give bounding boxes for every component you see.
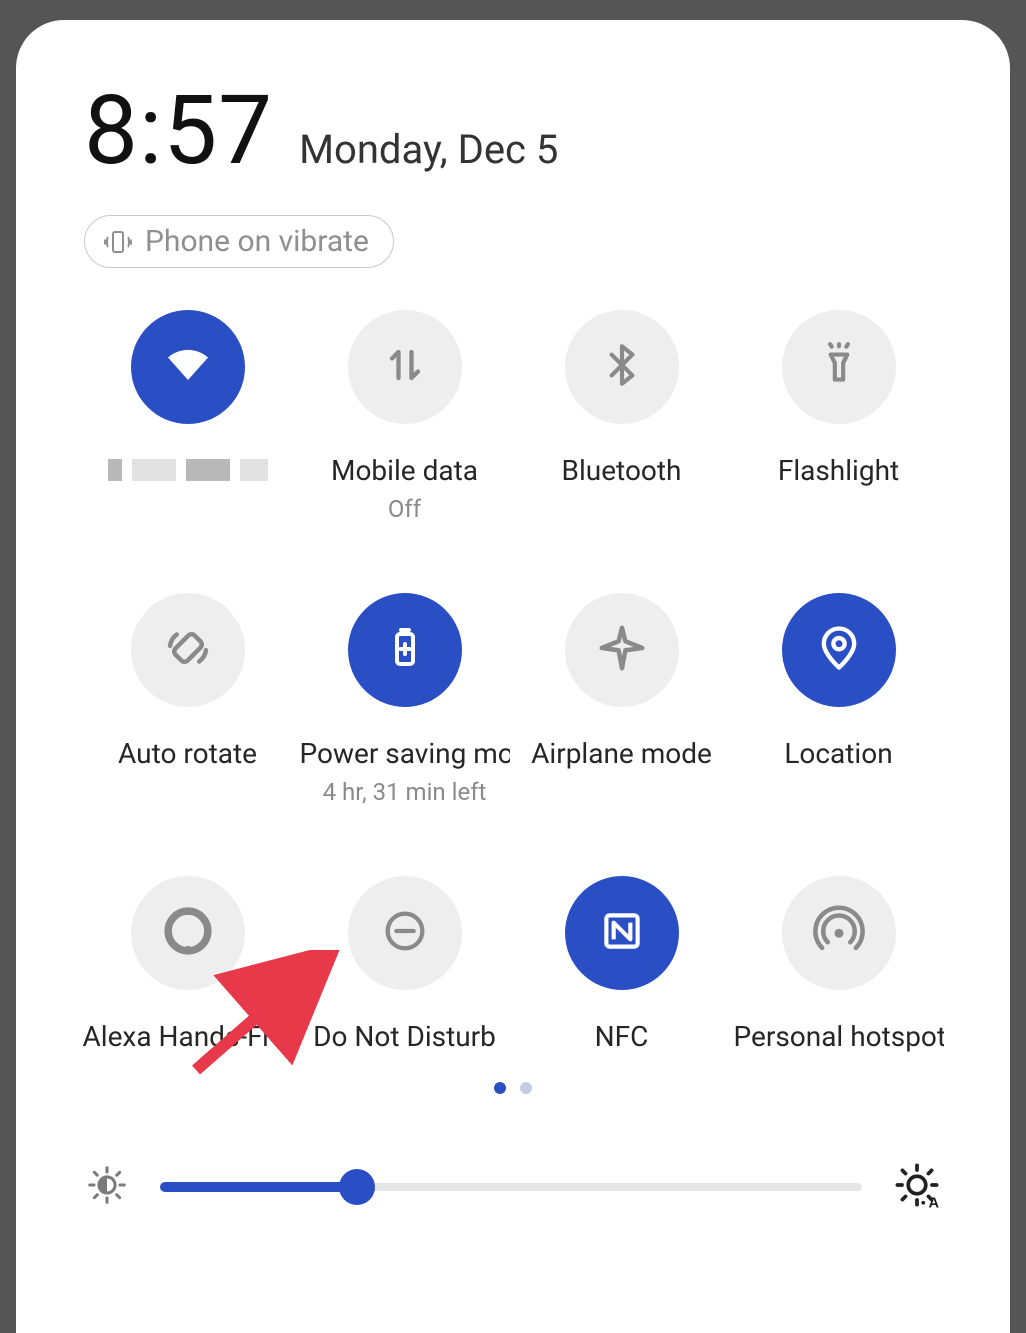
tile-hotspot: Personal hotspot [735,876,942,1053]
bluetooth-icon [597,340,647,394]
clock-time: 8:57 [84,75,273,187]
power-saving-label: Power saving mode [300,737,510,770]
brightness-row: A [84,1160,942,1214]
wifi-toggle[interactable] [131,310,245,424]
dnd-icon [379,905,431,961]
airplane-mode-toggle[interactable] [565,593,679,707]
outer-frame: 8:57 Monday, Dec 5 Phone on vibrate Mobi… [0,0,1026,1333]
slider-fill [160,1182,357,1192]
hotspot-toggle[interactable] [782,876,896,990]
quick-settings-panel: 8:57 Monday, Dec 5 Phone on vibrate Mobi… [16,20,1010,1333]
page-dot[interactable] [494,1082,506,1094]
ringer-status-chip[interactable]: Phone on vibrate [84,215,394,268]
brightness-slider[interactable] [160,1167,862,1207]
auto-brightness-icon[interactable]: A [892,1160,942,1214]
tile-bluetooth: Bluetooth [518,310,725,523]
slider-thumb[interactable] [339,1169,375,1205]
tile-alexa: Alexa Hands-Free [84,876,291,1053]
data-icon [379,339,431,395]
vibrate-icon [103,227,133,257]
flashlight-label: Flashlight [778,454,899,487]
page-indicator [16,1082,1010,1094]
alexa-label: Alexa Hands-Free [83,1020,293,1053]
bluetooth-label: Bluetooth [562,454,682,487]
tile-flashlight: Flashlight [735,310,942,523]
airplane-mode-label: Airplane mode [531,737,712,770]
tile-dnd: Do Not Disturb [301,876,508,1053]
tile-power-saving: Power saving mode 4 hr, 31 min left [301,593,508,806]
tile-mobile-data: Mobile data Off [301,310,508,523]
airplane-icon [595,621,649,679]
wifi-icon [158,335,218,399]
tile-location: Location [735,593,942,806]
mobile-data-label: Mobile data [331,454,478,487]
power-saving-toggle[interactable] [348,593,462,707]
slider-track [160,1183,862,1191]
nfc-label: NFC [595,1020,649,1053]
power-saving-sublabel: 4 hr, 31 min left [323,778,487,806]
page-dot[interactable] [520,1082,532,1094]
mobile-data-toggle[interactable] [348,310,462,424]
clock-date: Monday, Dec 5 [299,126,558,173]
tile-wifi [84,310,291,523]
nfc-toggle[interactable] [565,876,679,990]
alexa-toggle[interactable] [131,876,245,990]
tiles-grid: Mobile data Off Bluetooth Flashlight Auto ro… [84,310,942,1053]
dnd-label: Do Not Disturb [313,1020,496,1053]
mobile-data-sublabel: Off [388,495,421,523]
bluetooth-toggle[interactable] [565,310,679,424]
flashlight-toggle[interactable] [782,310,896,424]
wifi-label-redacted [103,460,273,480]
header: 8:57 Monday, Dec 5 [84,75,942,187]
ringer-status-label: Phone on vibrate [145,224,369,259]
tile-nfc: NFC [518,876,725,1053]
svg-text:A: A [928,1196,939,1211]
rotate-icon [161,621,215,679]
tile-airplane-mode: Airplane mode [518,593,725,806]
brightness-low-icon [84,1162,130,1212]
battery-icon [381,624,429,676]
auto-rotate-label: Auto rotate [118,737,257,770]
location-toggle[interactable] [782,593,896,707]
hotspot-icon [812,904,866,962]
flashlight-icon [814,340,864,394]
dnd-toggle[interactable] [348,876,462,990]
alexa-icon [160,903,216,963]
nfc-icon [597,906,647,960]
hotspot-label: Personal hotspot [734,1020,944,1053]
location-label: Location [784,737,892,770]
location-icon [813,622,865,678]
auto-rotate-toggle[interactable] [131,593,245,707]
tile-auto-rotate: Auto rotate [84,593,291,806]
